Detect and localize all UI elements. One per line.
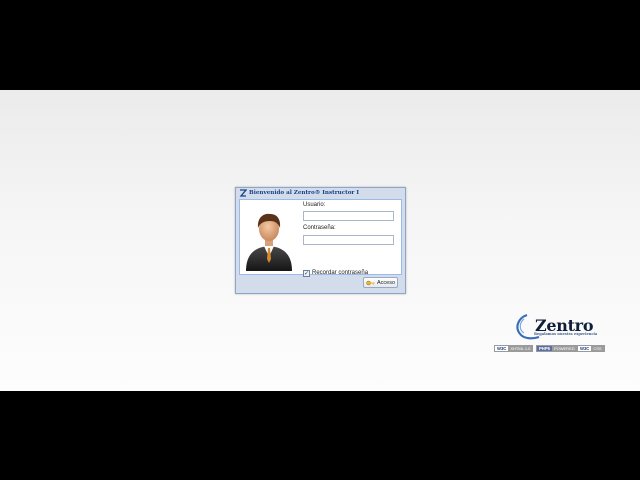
login-window: Bienvenido al Zentro® Instructor I Usuar… [235, 187, 406, 294]
badge-xhtml-right: XHTML 1.0 [508, 346, 533, 351]
badge-css-right: CSS [591, 346, 604, 351]
letterbox-top [0, 0, 640, 90]
badge-php[interactable]: PHP5 POWERED [536, 345, 578, 352]
login-body: Usuario: Contraseña: ✓ Recordar contrase… [239, 199, 402, 277]
remember-password-checkbox[interactable]: ✓ [303, 270, 310, 277]
username-label: Usuario: [303, 202, 326, 208]
letterbox-bottom [0, 391, 640, 480]
zentro-z-icon [239, 189, 247, 197]
username-input[interactable] [303, 211, 394, 221]
password-input[interactable] [303, 235, 394, 245]
badge-xhtml-left: W3C [495, 346, 509, 351]
access-button-label: Acceso [376, 279, 396, 286]
brand-tagline: Regalamos nuestra experiencia [534, 332, 598, 336]
user-avatar-icon [246, 213, 292, 271]
badge-css[interactable]: W3C CSS [577, 345, 605, 352]
login-title: Bienvenido al Zentro® Instructor I [249, 190, 359, 196]
password-label: Contraseña: [303, 225, 336, 231]
badge-css-left: W3C [578, 346, 592, 351]
badge-xhtml[interactable]: W3C XHTML 1.0 [494, 345, 534, 352]
remember-password-label: Recordar contraseña [312, 270, 369, 276]
page-viewport: Bienvenido al Zentro® Instructor I Usuar… [0, 90, 640, 391]
key-icon [366, 280, 375, 285]
login-title-bar: Bienvenido al Zentro® Instructor I [236, 188, 405, 198]
badge-php-right: POWERED [551, 346, 577, 351]
access-button[interactable]: Acceso [363, 277, 398, 288]
badge-php-left: PHP5 [537, 346, 552, 351]
